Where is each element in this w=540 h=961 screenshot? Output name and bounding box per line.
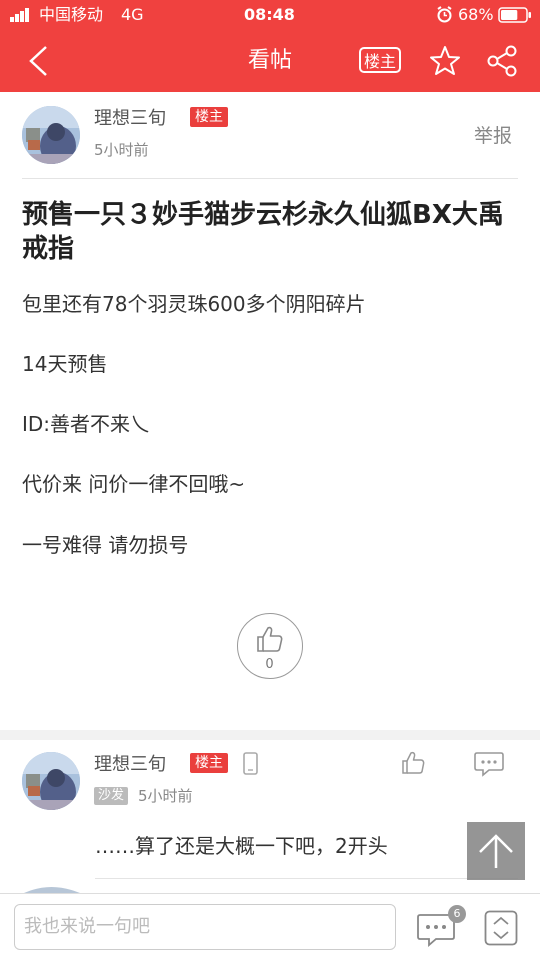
post-paragraph: ID:善者不来乀 — [22, 412, 151, 436]
reply-author-name[interactable]: 理想三旬 — [94, 754, 166, 776]
avatar-image — [22, 752, 80, 810]
section-separator — [0, 730, 540, 740]
post-paragraph: 代价来 问价一律不回哦~ — [22, 472, 246, 496]
divider — [22, 178, 518, 179]
avatar[interactable] — [22, 106, 80, 164]
avatar-image — [22, 106, 80, 164]
scroll-to-top-button[interactable] — [467, 822, 525, 880]
reply-comment-icon[interactable] — [473, 751, 505, 777]
clock: 08:48 — [244, 5, 295, 24]
divider — [95, 878, 518, 879]
network-label: 4G — [121, 5, 144, 24]
mobile-phone-icon — [243, 752, 258, 775]
post-paragraph: 包里还有78个羽灵珠600多个阴阳碎片 — [22, 292, 366, 316]
like-button[interactable]: 0 — [237, 613, 303, 679]
reply-avatar[interactable] — [22, 752, 80, 810]
floor-label: 沙发 — [94, 787, 129, 805]
author-name[interactable]: 理想三旬 — [94, 108, 166, 130]
arrow-up-icon — [479, 834, 513, 868]
battery-percent: 68% — [458, 5, 494, 24]
post-paragraph: 一号难得 请勿损号 — [22, 533, 189, 557]
op-badge: 楼主 — [190, 753, 228, 773]
signal-icon — [10, 8, 29, 22]
reply-time: 5小时前 — [138, 787, 193, 805]
reply-input[interactable]: 我也来说一句吧 — [14, 904, 396, 950]
reply-text: ……算了还是大概一下吧，2开头 — [95, 834, 388, 858]
next-reply-avatar — [24, 887, 80, 893]
post-paragraph: 14天预售 — [22, 352, 108, 376]
thumbs-up-icon — [257, 626, 283, 652]
report-button[interactable]: 举报 — [474, 124, 512, 148]
page-jump-icon[interactable] — [484, 910, 518, 946]
battery-icon — [498, 7, 531, 23]
carrier-label: 中国移动 — [39, 5, 104, 24]
comment-count-badge: 6 — [448, 905, 466, 923]
alarm-icon — [437, 6, 452, 23]
bottom-bar: 我也来说一句吧 6 — [0, 893, 540, 961]
top-bar: 中国移动 4G 08:48 68% 看帖 楼主 — [0, 0, 540, 92]
only-op-button[interactable]: 楼主 — [359, 47, 401, 73]
reply-like-icon[interactable] — [401, 750, 427, 776]
star-icon[interactable] — [428, 44, 462, 78]
post-time: 5小时前 — [94, 141, 149, 159]
op-badge: 楼主 — [190, 107, 228, 127]
like-count: 0 — [265, 657, 274, 672]
share-icon[interactable] — [486, 45, 520, 77]
post-title: 预售一只３妙手猫步云杉永久仙狐BX大禹戒指 — [22, 200, 504, 264]
